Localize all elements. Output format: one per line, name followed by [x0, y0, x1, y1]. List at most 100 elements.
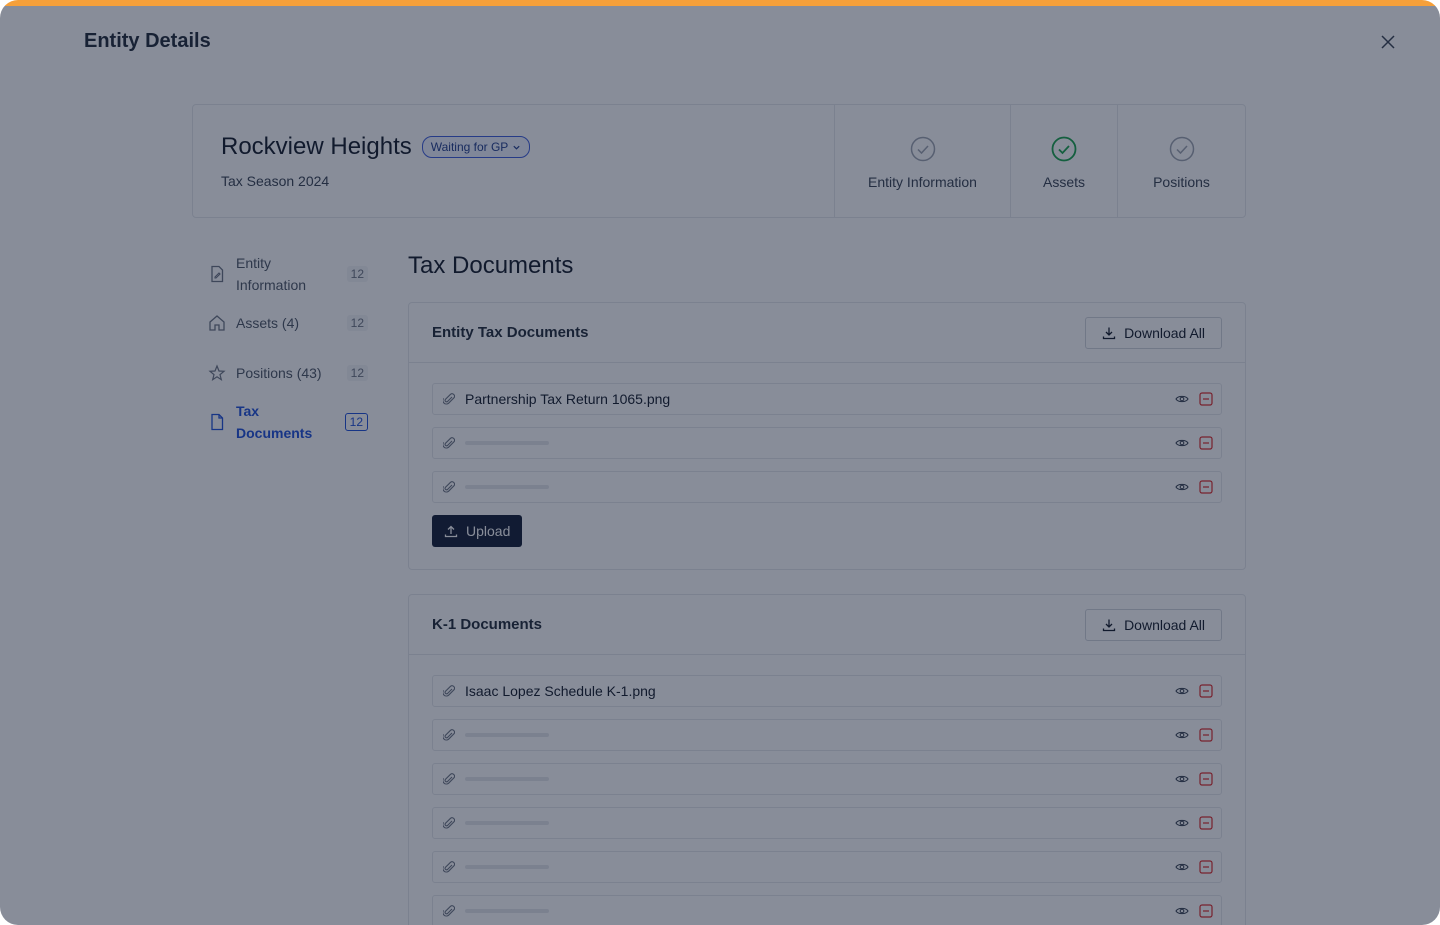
- download-icon: [1102, 619, 1116, 631]
- card-title: Entity Tax Documents: [432, 324, 589, 341]
- eye-icon: [1175, 687, 1189, 695]
- eye-icon: [1175, 395, 1189, 403]
- close-button[interactable]: [1376, 30, 1400, 54]
- minus-square-icon: [1199, 904, 1213, 918]
- paperclip-icon: [443, 685, 455, 697]
- file-row: Partnership Tax Return 1065.png: [432, 383, 1222, 415]
- status-dropdown[interactable]: Waiting for GP: [421, 136, 531, 158]
- paperclip-icon: [443, 773, 455, 785]
- view-button[interactable]: [1175, 860, 1189, 874]
- file-row-placeholder: [432, 895, 1222, 925]
- minus-square-icon: [1199, 480, 1213, 494]
- entity-header-card: Rockview Heights Waiting for GP Tax Seas…: [192, 104, 1246, 218]
- paperclip-icon: [443, 393, 455, 405]
- count-badge: 12: [346, 365, 368, 381]
- paperclip-icon: [443, 905, 455, 917]
- home-icon: [209, 315, 225, 331]
- eye-icon: [1175, 775, 1189, 783]
- view-button[interactable]: [1175, 816, 1189, 830]
- remove-button[interactable]: [1199, 816, 1213, 830]
- file-name: Isaac Lopez Schedule K-1.png: [465, 683, 656, 699]
- paperclip-icon: [443, 817, 455, 829]
- minus-square-icon: [1199, 772, 1213, 786]
- file-row-placeholder: [432, 851, 1222, 883]
- count-badge: 12: [346, 315, 368, 331]
- star-icon: [208, 364, 226, 381]
- loading-skeleton: [465, 821, 549, 825]
- download-icon: [1102, 327, 1116, 339]
- sidebar-item-assets[interactable]: Assets (4) 12: [192, 298, 384, 348]
- loading-skeleton: [465, 865, 549, 869]
- top-accent-bar: [0, 0, 1440, 6]
- view-button[interactable]: [1175, 436, 1189, 450]
- file-row-placeholder: [432, 763, 1222, 795]
- entity-tax-documents-card: Entity Tax Documents Download All Partne…: [408, 302, 1246, 570]
- minus-square-icon: [1199, 392, 1213, 406]
- eye-icon: [1175, 819, 1189, 827]
- step-positions[interactable]: Positions: [1117, 105, 1245, 217]
- count-badge: 12: [346, 266, 368, 282]
- download-all-button[interactable]: Download All: [1085, 608, 1222, 641]
- remove-button[interactable]: [1199, 684, 1213, 698]
- step-label: Positions: [1153, 174, 1210, 190]
- minus-square-icon: [1199, 684, 1213, 698]
- file-row: Isaac Lopez Schedule K-1.png: [432, 675, 1222, 707]
- file-row-placeholder: [432, 719, 1222, 751]
- minus-square-icon: [1199, 816, 1213, 830]
- sidebar-item-tax-documents[interactable]: Tax Documents 12: [192, 398, 384, 446]
- view-button[interactable]: [1175, 392, 1189, 406]
- loading-skeleton: [465, 777, 549, 781]
- eye-icon: [1175, 863, 1189, 871]
- status-label: Waiting for GP: [430, 140, 509, 154]
- remove-button[interactable]: [1199, 860, 1213, 874]
- view-button[interactable]: [1175, 728, 1189, 742]
- remove-button[interactable]: [1199, 436, 1213, 450]
- entity-name: Rockview Heights: [221, 133, 412, 160]
- edit-document-icon: [211, 265, 224, 283]
- minus-square-icon: [1199, 436, 1213, 450]
- modal-title: Entity Details: [84, 30, 211, 52]
- remove-button[interactable]: [1199, 392, 1213, 406]
- file-row-placeholder: [432, 427, 1222, 459]
- loading-skeleton: [465, 733, 549, 737]
- sidebar-nav: Entity Information 12 Assets (4) 12 Posi…: [192, 250, 384, 446]
- paperclip-icon: [443, 729, 455, 741]
- download-all-label: Download All: [1124, 616, 1205, 633]
- tax-season: Tax Season 2024: [221, 173, 330, 189]
- minus-square-icon: [1199, 860, 1213, 874]
- loading-skeleton: [465, 441, 549, 445]
- upload-button[interactable]: Upload: [432, 515, 523, 547]
- k1-documents-card: K-1 Documents Download All Isaac Lopez S…: [408, 594, 1246, 925]
- view-button[interactable]: [1175, 904, 1189, 918]
- card-title: K-1 Documents: [432, 616, 543, 633]
- eye-icon: [1175, 483, 1189, 491]
- step-assets[interactable]: Assets: [1010, 105, 1117, 217]
- check-circle-icon: [910, 136, 935, 162]
- sidebar-item-positions[interactable]: Positions (43) 12: [192, 348, 384, 398]
- entity-summary: Rockview Heights Waiting for GP Tax Seas…: [193, 105, 834, 217]
- loading-skeleton: [465, 485, 549, 489]
- document-icon: [211, 413, 224, 431]
- remove-button[interactable]: [1199, 728, 1213, 742]
- file-name: Partnership Tax Return 1065.png: [465, 391, 671, 407]
- sidebar-item-entity-information[interactable]: Entity Information 12: [192, 250, 384, 298]
- remove-button[interactable]: [1199, 904, 1213, 918]
- paperclip-icon: [443, 437, 455, 449]
- step-label: Entity Information: [868, 174, 977, 190]
- sidebar-item-label: Entity Information: [236, 255, 307, 293]
- minus-square-icon: [1199, 728, 1213, 742]
- remove-button[interactable]: [1199, 480, 1213, 494]
- step-entity-information[interactable]: Entity Information: [834, 105, 1010, 217]
- view-button[interactable]: [1175, 480, 1189, 494]
- sidebar-item-label: Assets (4): [236, 315, 300, 331]
- download-all-button[interactable]: Download All: [1085, 316, 1222, 349]
- loading-skeleton: [465, 909, 549, 913]
- sidebar-item-label: Tax Documents: [236, 403, 313, 441]
- check-circle-icon: [1051, 136, 1077, 162]
- download-all-label: Download All: [1124, 324, 1205, 341]
- eye-icon: [1175, 907, 1189, 915]
- view-button[interactable]: [1175, 684, 1189, 698]
- remove-button[interactable]: [1199, 772, 1213, 786]
- chevron-down-icon: [513, 145, 520, 150]
- view-button[interactable]: [1175, 772, 1189, 786]
